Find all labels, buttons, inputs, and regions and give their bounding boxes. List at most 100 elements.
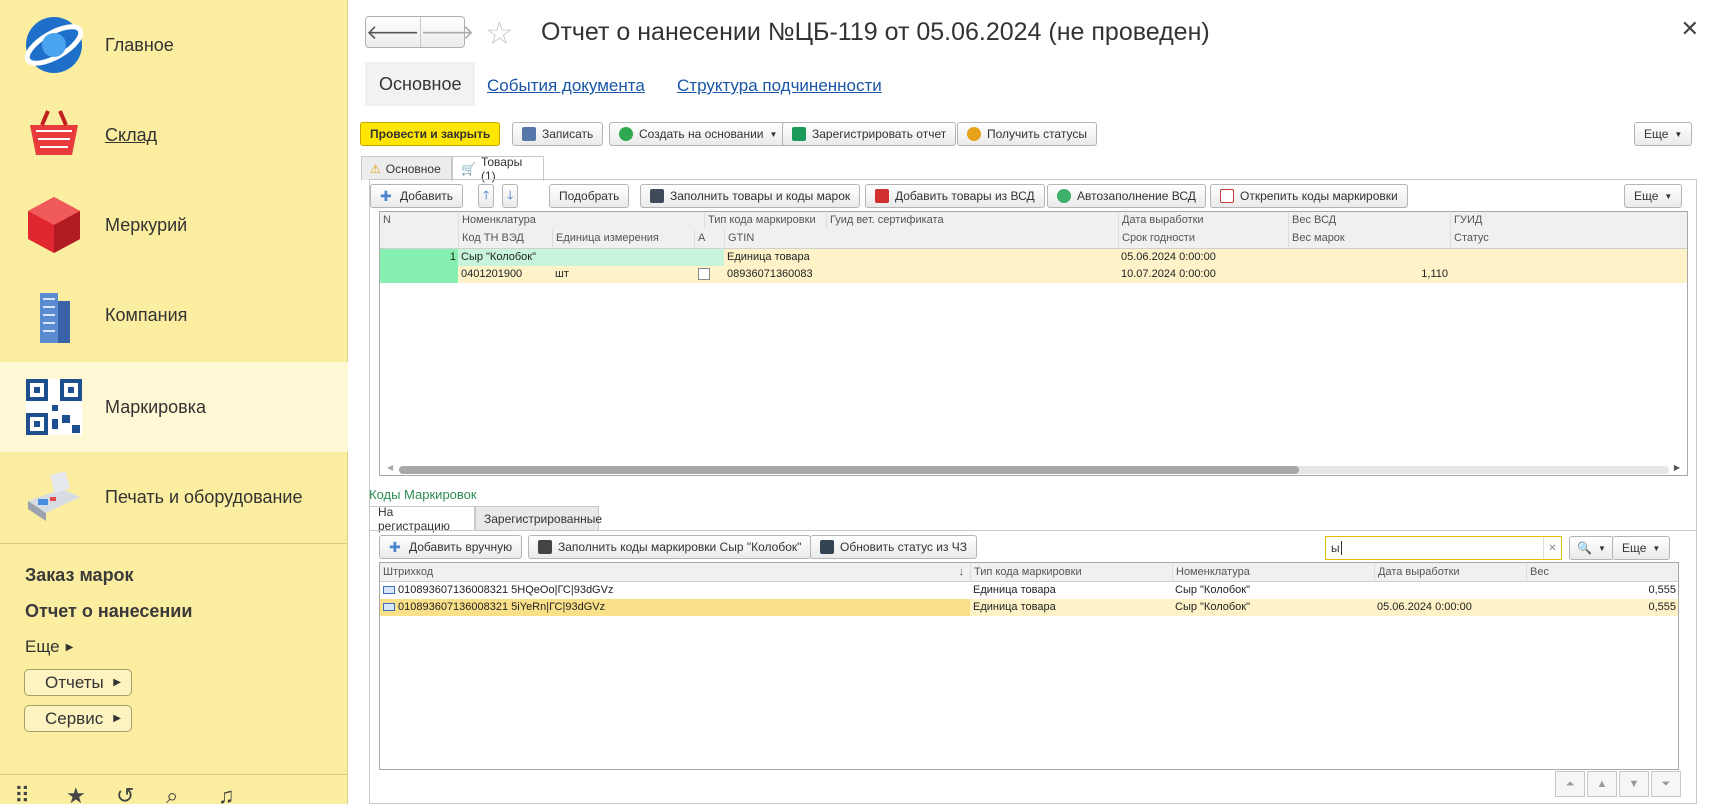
column-header-vet-cert-guid[interactable]: Гуид вет. сертификата bbox=[826, 212, 1118, 229]
table-row[interactable]: 010893607136008321 5HQeOo|ГС|93dGVz Един… bbox=[380, 582, 1678, 599]
column-header-nomenclature[interactable]: Номенклатура bbox=[1172, 563, 1374, 582]
cell-production-date[interactable]: 05.06.2024 0:00:00 bbox=[1118, 249, 1288, 266]
favorites-star-icon[interactable]: ★ bbox=[66, 783, 86, 804]
scroll-last-icon[interactable]: ⏷ bbox=[1651, 771, 1681, 797]
sidebar-item-mercury[interactable]: Меркурий bbox=[0, 180, 348, 270]
column-header-nomenclature[interactable]: Номенклатура bbox=[458, 212, 704, 229]
cell-code-type[interactable]: Единица товара bbox=[724, 249, 826, 266]
column-header-marks-weight[interactable]: Вес марок bbox=[1288, 230, 1450, 247]
detach-marking-codes-button[interactable]: Открепить коды маркировки bbox=[1210, 184, 1408, 208]
fill-goods-and-codes-button[interactable]: Заполнить товары и коды марок bbox=[640, 184, 861, 208]
sidebar-item-warehouse[interactable]: Склад bbox=[0, 90, 348, 180]
add-button[interactable]: ✚ Добавить bbox=[370, 184, 464, 208]
back-arrow-icon[interactable]: 🡐 bbox=[366, 17, 420, 47]
table-row-selected[interactable]: 010893607136008321 5iYeRn|ГС|93dGVz Един… bbox=[380, 599, 1678, 616]
add-goods-from-vsd-button[interactable]: Добавить товары из ВСД bbox=[865, 184, 1045, 208]
cell-weight[interactable]: 0,555 bbox=[1526, 582, 1676, 599]
fill-marking-codes-button[interactable]: Заполнить коды маркировки Сыр "Колобок" bbox=[528, 535, 812, 559]
sidebar-more[interactable]: Еще ▶ bbox=[25, 637, 73, 657]
add-manually-button[interactable]: ✚ Добавить вручную bbox=[379, 535, 523, 559]
card-terminal-icon bbox=[28, 471, 80, 521]
sidebar-link-report-applying[interactable]: Отчет о нанесении bbox=[25, 601, 192, 622]
cell-barcode[interactable]: 010893607136008321 5iYeRn|ГС|93dGVz bbox=[395, 599, 970, 616]
scroll-first-icon[interactable]: ⏶ bbox=[1555, 771, 1585, 797]
cell-gtin[interactable]: 08936071360083 bbox=[724, 266, 846, 283]
cell-nomenclature[interactable]: Сыр "Колобок" bbox=[1172, 599, 1374, 616]
notifications-bell-icon[interactable]: ♫ bbox=[218, 783, 235, 804]
column-header-code-type[interactable]: Тип кода маркировки bbox=[704, 212, 826, 229]
sidebar-item-print[interactable]: Печать и оборудование bbox=[0, 452, 348, 542]
reports-button[interactable]: Отчеты ▶ bbox=[24, 669, 132, 696]
favorite-star-icon[interactable]: ☆ bbox=[485, 14, 514, 52]
search-input[interactable]: ы ✕ bbox=[1325, 536, 1562, 560]
column-header-expiry[interactable]: Срок годности bbox=[1118, 230, 1288, 247]
column-header-status[interactable]: Статус bbox=[1450, 230, 1687, 247]
cell-tnved[interactable]: 0401201900 bbox=[458, 266, 552, 283]
sidebar-item-company[interactable]: Компания bbox=[0, 270, 348, 360]
goods-more-button[interactable]: Еще ▼ bbox=[1624, 184, 1683, 208]
cell-code-type[interactable]: Единица товара bbox=[970, 599, 1172, 616]
sidebar-item-marking[interactable]: Маркировка bbox=[0, 362, 348, 452]
update-status-button[interactable]: Обновить статус из ЧЗ bbox=[810, 535, 978, 559]
cell-production-date[interactable]: 05.06.2024 0:00:00 bbox=[1374, 599, 1526, 616]
cell-expiry[interactable]: 10.07.2024 0:00:00 bbox=[1118, 266, 1288, 283]
column-header-production-date[interactable]: Дата выработки bbox=[1374, 563, 1526, 582]
move-down-button[interactable]: 🡓 bbox=[502, 184, 519, 208]
cell-code-type[interactable]: Единица товара bbox=[970, 582, 1172, 599]
sidebar-item-main[interactable]: Главное bbox=[0, 0, 348, 90]
cell-nomenclature[interactable]: Сыр "Колобок" bbox=[458, 249, 698, 266]
column-header-guid[interactable]: ГУИД bbox=[1450, 212, 1687, 229]
tab-registered[interactable]: Зарегистрированные bbox=[475, 506, 602, 530]
column-header-unit[interactable]: Единица измерения bbox=[552, 230, 694, 247]
codes-more-button[interactable]: Еще ▼ bbox=[1612, 536, 1671, 560]
column-header-n[interactable]: N bbox=[380, 212, 458, 229]
scroll-up-icon[interactable]: ▲ bbox=[1587, 771, 1617, 797]
column-header-a[interactable]: А bbox=[694, 230, 724, 247]
form-tab-main[interactable]: ⚠ Основное bbox=[361, 156, 452, 180]
clear-icon[interactable]: ✕ bbox=[1543, 537, 1561, 559]
get-statuses-button[interactable]: Получить статусы bbox=[957, 122, 1097, 146]
register-report-button[interactable]: Зарегистрировать отчет bbox=[782, 122, 957, 146]
search-button[interactable]: 🔍 ▼ bbox=[1569, 536, 1614, 560]
cell-production-date[interactable] bbox=[1374, 582, 1526, 599]
column-header-vsd-weight[interactable]: Вес ВСД bbox=[1288, 212, 1450, 229]
apps-grid-icon[interactable]: ⠿ bbox=[14, 783, 30, 804]
autofill-vsd-button[interactable]: Автозаполнение ВСД bbox=[1047, 184, 1206, 208]
forward-arrow-icon[interactable]: 🡒 bbox=[419, 17, 474, 47]
cell-nomenclature[interactable]: Сыр "Колобок" bbox=[1172, 582, 1374, 599]
column-header-code-type[interactable]: Тип кода маркировки bbox=[970, 563, 1172, 582]
tab-for-registration[interactable]: На регистрацию bbox=[369, 505, 475, 533]
goods-table-scrollbar[interactable]: ◀ ▶ bbox=[379, 462, 1688, 476]
create-based-on-button[interactable]: Создать на основании ▼ bbox=[609, 122, 788, 146]
tab-subordination-structure[interactable]: Структура подчиненности bbox=[677, 76, 882, 96]
form-tab-goods[interactable]: 🛒 Товары (1) bbox=[452, 155, 544, 183]
scroll-thumb[interactable] bbox=[399, 466, 1299, 474]
more-button[interactable]: Еще ▼ bbox=[1634, 122, 1693, 146]
tab-main[interactable]: Основное bbox=[365, 62, 476, 106]
service-button[interactable]: Сервис ▶ bbox=[24, 705, 132, 732]
sidebar-link-order-marks[interactable]: Заказ марок bbox=[25, 565, 134, 586]
save-button[interactable]: Записать bbox=[512, 122, 604, 146]
post-and-close-button[interactable]: Провести и закрыть bbox=[360, 122, 501, 146]
select-button[interactable]: Подобрать bbox=[549, 184, 630, 208]
cell-unit[interactable]: шт bbox=[552, 266, 694, 283]
move-up-button[interactable]: 🡑 bbox=[478, 184, 495, 208]
column-header-production-date[interactable]: Дата выработки bbox=[1118, 212, 1288, 229]
column-header-gtin[interactable]: GTIN bbox=[724, 230, 826, 247]
building-icon bbox=[40, 293, 70, 343]
cart-icon: 🛒 bbox=[461, 162, 476, 176]
cell-barcode[interactable]: 010893607136008321 5HQeOo|ГС|93dGVz bbox=[395, 582, 970, 599]
column-header-weight[interactable]: Вес bbox=[1526, 563, 1678, 582]
search-icon[interactable]: ⌕ bbox=[166, 783, 178, 804]
scroll-right-icon[interactable]: ▶ bbox=[1674, 463, 1680, 472]
checkbox-a[interactable] bbox=[698, 268, 710, 280]
tab-document-events[interactable]: События документа bbox=[487, 76, 645, 96]
cell-marks-weight[interactable]: 1,110 bbox=[1288, 266, 1448, 283]
column-header-tnved[interactable]: Код ТН ВЭД bbox=[458, 230, 552, 247]
cell-weight[interactable]: 0,555 bbox=[1526, 599, 1676, 616]
column-header-barcode[interactable]: Штрихкод ↓ bbox=[380, 563, 970, 582]
close-icon[interactable]: ✕ bbox=[1681, 16, 1699, 42]
scroll-down-icon[interactable]: ▼ bbox=[1619, 771, 1649, 797]
scroll-left-icon[interactable]: ◀ bbox=[387, 463, 393, 472]
history-icon[interactable]: ↺ bbox=[116, 783, 134, 804]
